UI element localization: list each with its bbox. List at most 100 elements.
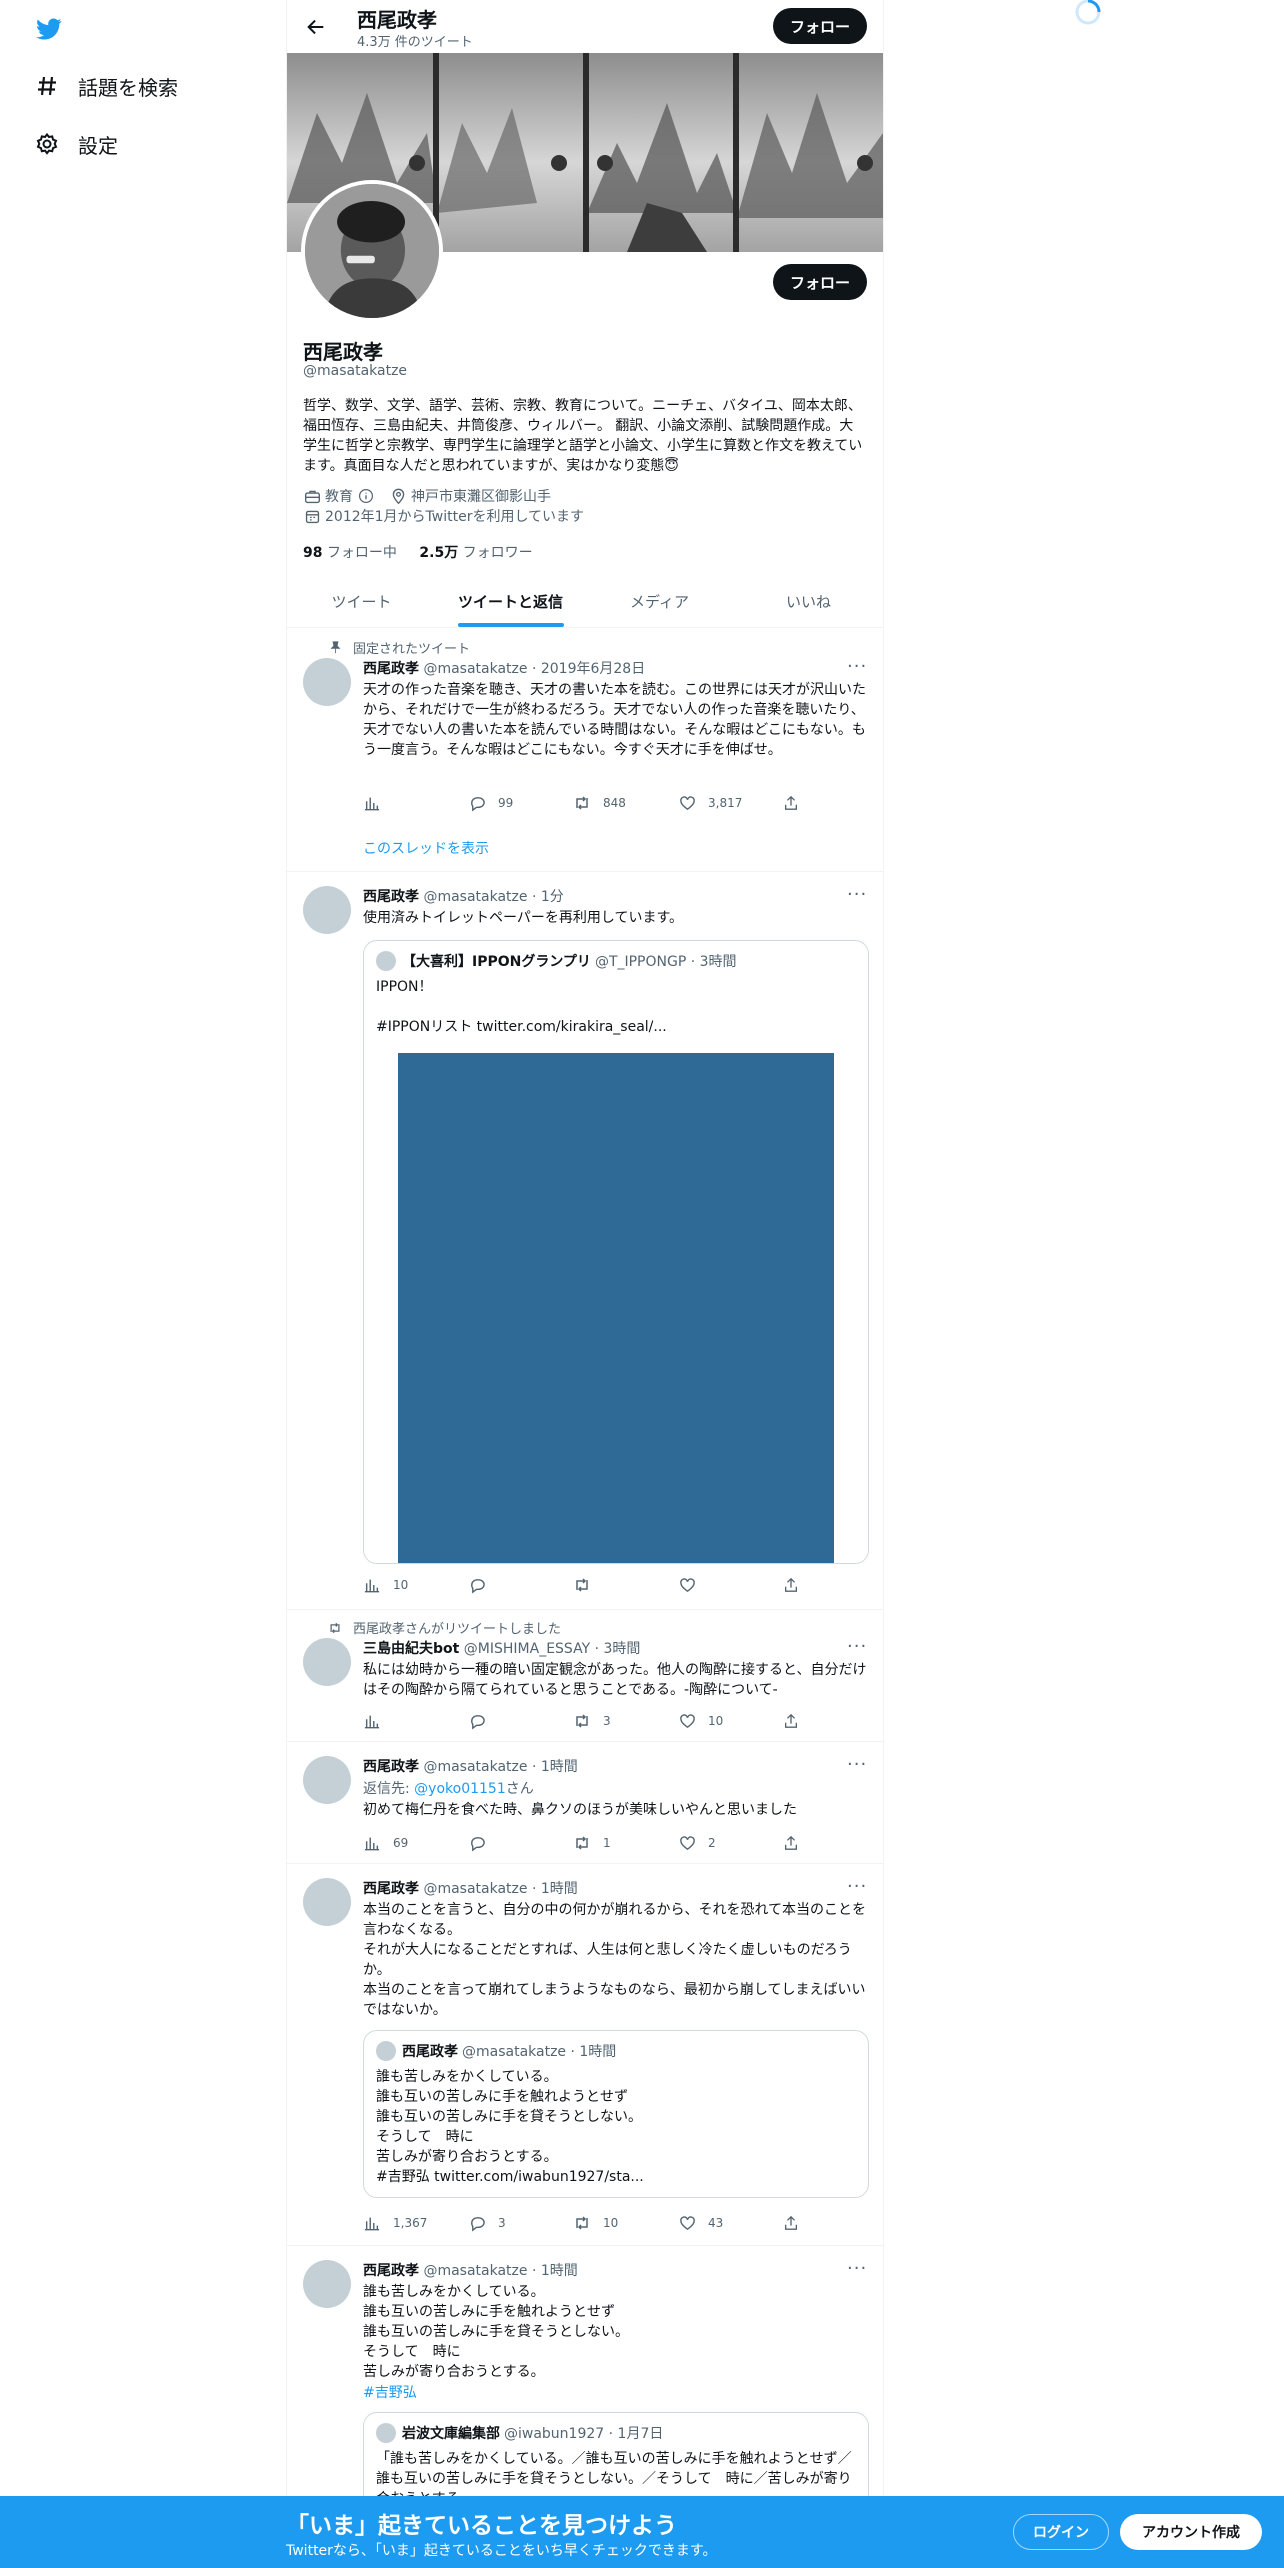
more-options-icon[interactable]: ··· xyxy=(847,1878,867,1896)
info-icon[interactable] xyxy=(357,487,375,505)
like-button[interactable]: 2 xyxy=(678,1834,768,1852)
tweet-actions: 10 xyxy=(363,1576,803,1594)
profile-timeline-column: 西尾政孝 4.3万 件のツイート フォロー フォロー 西尾政孝 @masatak… xyxy=(286,0,884,2568)
tweet[interactable]: 西尾政孝 @masatakatze · 1分 ··· 使用済みトイレットペーパー… xyxy=(287,872,883,1610)
following-label: フォロー中 xyxy=(326,545,397,561)
tweet-text: 誰も苦しみをかくしている。 誰も互いの苦しみに手を触れようとせず 誰も互いの苦し… xyxy=(363,2284,629,2380)
heart-icon xyxy=(678,1712,696,1730)
avatar[interactable] xyxy=(303,1638,351,1686)
header-profile-name: 西尾政孝 xyxy=(357,8,437,32)
show-thread-link[interactable]: このスレッドを表示 xyxy=(363,838,489,858)
tab-media[interactable]: メディア xyxy=(585,576,734,627)
signup-prompt-bar: 「いま」起きていることを見つけよう Twitterなら、「いま」起きていることを… xyxy=(0,2496,1284,2568)
share-icon xyxy=(783,1712,799,1730)
header-follow-button[interactable]: フォロー xyxy=(773,8,867,44)
tweet-reply[interactable]: 西尾政孝 @masatakatze · 1時間 ··· 返信先: @yoko01… xyxy=(287,1742,883,1864)
reply-context: 返信先: @yoko01151さん xyxy=(363,1778,534,1798)
heart-icon xyxy=(678,1576,696,1594)
tweet-retweeted[interactable]: 西尾政孝さんがリツイートしました 三島由紀夫bot @MISHIMA_ESSAY… xyxy=(287,1610,883,1742)
quoted-media-image[interactable] xyxy=(398,1053,834,1563)
tab-likes[interactable]: いいね xyxy=(734,576,883,627)
more-options-icon[interactable]: ··· xyxy=(847,2260,867,2278)
tweet-text: 使用済みトイレットペーパーを再利用しています。 xyxy=(363,910,684,926)
retweet-count: 3 xyxy=(603,1714,611,1728)
back-arrow-icon[interactable] xyxy=(303,14,329,40)
nav-explore[interactable]: 話題を検索 xyxy=(34,66,178,106)
retweet-button[interactable]: 3 xyxy=(573,1712,663,1730)
tweet-author-name[interactable]: 三島由紀夫bot xyxy=(363,1641,459,1657)
quoted-tweet[interactable]: 【大喜利】IPPONグランプリ @T_IPPONGP · 3時間 IPPON！ #… xyxy=(363,940,869,1564)
nav-settings-label: 設定 xyxy=(78,133,118,158)
profile-joined-row: 2012年1月からTwitterを利用しています xyxy=(303,506,584,526)
more-options-icon[interactable]: ··· xyxy=(847,658,867,676)
avatar[interactable] xyxy=(303,886,351,934)
calendar-icon xyxy=(303,507,321,525)
views-button[interactable]: 10 xyxy=(363,1576,453,1594)
followers-link[interactable]: 2.5万 フォロワー xyxy=(419,545,532,561)
twitter-logo-icon[interactable] xyxy=(32,14,66,44)
tab-tweets[interactable]: ツイート xyxy=(287,576,436,627)
tweet-meta: @masatakatze · 2019年6月28日 xyxy=(423,661,646,677)
loading-spinner-icon xyxy=(1072,0,1104,28)
share-button[interactable] xyxy=(783,1834,803,1852)
retweet-button[interactable]: 848 xyxy=(573,794,663,812)
share-button[interactable] xyxy=(783,1712,803,1730)
avatar[interactable] xyxy=(303,1878,351,1926)
retweet-icon xyxy=(573,1712,591,1730)
tweet-author-name[interactable]: 西尾政孝 xyxy=(363,2263,419,2279)
tweet-meta: @masatakatze · 1時間 xyxy=(423,2263,578,2279)
hashtag-link[interactable]: #吉野弘 xyxy=(363,2382,417,2402)
retweet-button[interactable] xyxy=(573,1576,663,1594)
reply-icon xyxy=(468,794,486,812)
retweet-icon xyxy=(573,1834,591,1852)
reply-button[interactable] xyxy=(468,1712,558,1730)
tweet-actions: 1,367 3 10 43 xyxy=(363,2214,803,2232)
avatar[interactable] xyxy=(303,2260,351,2308)
tweet-meta: @MISHIMA_ESSAY · 3時間 xyxy=(463,1641,641,1657)
more-options-icon[interactable]: ··· xyxy=(847,1638,867,1656)
views-button[interactable] xyxy=(363,794,453,812)
retweet-button[interactable]: 1 xyxy=(573,1834,663,1852)
like-button[interactable]: 10 xyxy=(678,1712,768,1730)
views-count: 1,367 xyxy=(393,2216,428,2230)
create-account-button[interactable]: アカウント作成 xyxy=(1120,2514,1262,2550)
share-button[interactable] xyxy=(783,794,803,812)
like-button[interactable]: 43 xyxy=(678,2214,768,2232)
tweet-author-name[interactable]: 西尾政孝 xyxy=(363,1881,419,1897)
tweet-pinned[interactable]: 固定されたツイート 西尾政孝 @masatakatze · 2019年6月28日… xyxy=(287,630,883,872)
share-button[interactable] xyxy=(783,2214,803,2232)
quoted-author-name: 【大喜利】IPPONグランプリ xyxy=(402,954,591,970)
views-button[interactable]: 69 xyxy=(363,1834,453,1852)
tweet-author-name[interactable]: 西尾政孝 xyxy=(363,1759,419,1775)
more-options-icon[interactable]: ··· xyxy=(847,1756,867,1774)
like-button[interactable]: 3,817 xyxy=(678,794,768,812)
login-button[interactable]: ログイン xyxy=(1013,2514,1109,2550)
nav-settings[interactable]: 設定 xyxy=(34,124,118,164)
followers-label: フォロワー xyxy=(462,545,533,561)
retweet-button[interactable]: 10 xyxy=(573,2214,663,2232)
reply-to-link[interactable]: @yoko01151 xyxy=(414,1781,506,1797)
tweet-author-name[interactable]: 西尾政孝 xyxy=(363,661,419,677)
tweet[interactable]: 西尾政孝 @masatakatze · 1時間 ··· 本当のことを言うと、自分… xyxy=(287,1864,883,2246)
profile-avatar[interactable] xyxy=(301,180,443,322)
following-link[interactable]: 98 フォロー中 xyxy=(303,545,397,561)
reply-button[interactable]: 3 xyxy=(468,2214,558,2232)
tab-tweets-and-replies[interactable]: ツイートと返信 xyxy=(436,576,585,627)
profile-follow-button[interactable]: フォロー xyxy=(773,264,867,300)
like-button[interactable] xyxy=(678,1576,768,1594)
signup-prompt-title: 「いま」起きていることを見つけよう xyxy=(286,2513,677,2539)
followers-count: 2.5万 xyxy=(419,545,459,561)
views-button[interactable] xyxy=(363,1712,453,1730)
more-options-icon[interactable]: ··· xyxy=(847,886,867,904)
reply-button[interactable] xyxy=(468,1576,558,1594)
quoted-tweet-header: 【大喜利】IPPONグランプリ @T_IPPONGP · 3時間 xyxy=(376,951,737,971)
views-button[interactable]: 1,367 xyxy=(363,2214,453,2232)
share-button[interactable] xyxy=(783,1576,803,1594)
tweet-author-name[interactable]: 西尾政孝 xyxy=(363,889,419,905)
quoted-tweet[interactable]: 西尾政孝 @masatakatze · 1時間 誰も苦しみをかくしている。 誰も互… xyxy=(363,2030,869,2198)
quoted-author-name: 岩波文庫編集部 xyxy=(402,2426,500,2442)
reply-button[interactable]: 99 xyxy=(468,794,558,812)
avatar[interactable] xyxy=(303,1756,351,1804)
avatar[interactable] xyxy=(303,658,351,706)
reply-button[interactable] xyxy=(468,1834,558,1852)
